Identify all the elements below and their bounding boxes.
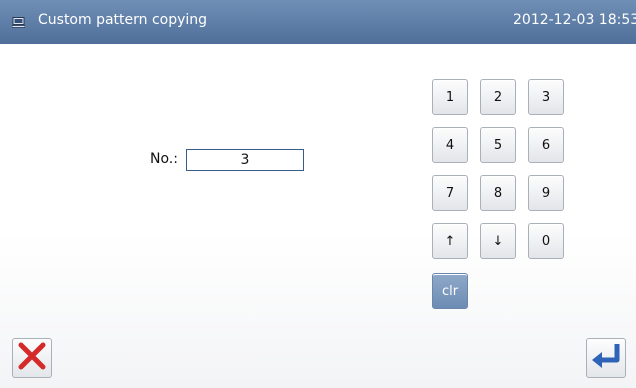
- page-title: Custom pattern copying: [38, 12, 208, 28]
- key-6[interactable]: 6: [528, 127, 564, 163]
- no-input[interactable]: 3: [186, 149, 304, 171]
- key-2[interactable]: 2: [480, 79, 516, 115]
- key-3[interactable]: 3: [528, 79, 564, 115]
- datetime: 2012-12-03 18:53: [513, 12, 636, 28]
- key-up[interactable]: ↑: [432, 223, 468, 259]
- no-label: No.:: [150, 151, 178, 167]
- close-x-icon: [17, 341, 47, 375]
- monitor-icon: [11, 16, 26, 28]
- key-down[interactable]: ↓: [480, 223, 516, 259]
- key-4[interactable]: 4: [432, 127, 468, 163]
- key-5[interactable]: 5: [480, 127, 516, 163]
- clear-key[interactable]: clr: [432, 273, 468, 309]
- key-8[interactable]: 8: [480, 175, 516, 211]
- key-7[interactable]: 7: [432, 175, 468, 211]
- key-0[interactable]: 0: [528, 223, 564, 259]
- confirm-button[interactable]: [586, 338, 626, 378]
- key-9[interactable]: 9: [528, 175, 564, 211]
- enter-return-icon: [590, 341, 622, 375]
- key-1[interactable]: 1: [432, 79, 468, 115]
- title-bar: Custom pattern copying 2012-12-03 18:53: [0, 0, 636, 44]
- cancel-button[interactable]: [12, 338, 52, 378]
